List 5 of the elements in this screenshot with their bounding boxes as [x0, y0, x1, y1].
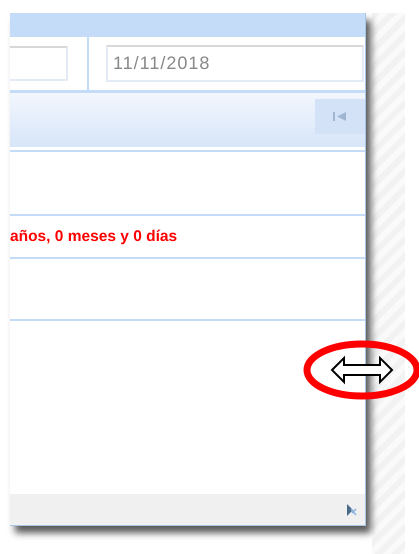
age-result-text: años, 0 meses y 0 días [10, 228, 178, 246]
first-page-icon [333, 112, 347, 120]
date-field[interactable]: 11/11/2018 [106, 45, 364, 82]
resize-grip-icon [345, 502, 357, 516]
input-field[interactable] [10, 46, 68, 81]
